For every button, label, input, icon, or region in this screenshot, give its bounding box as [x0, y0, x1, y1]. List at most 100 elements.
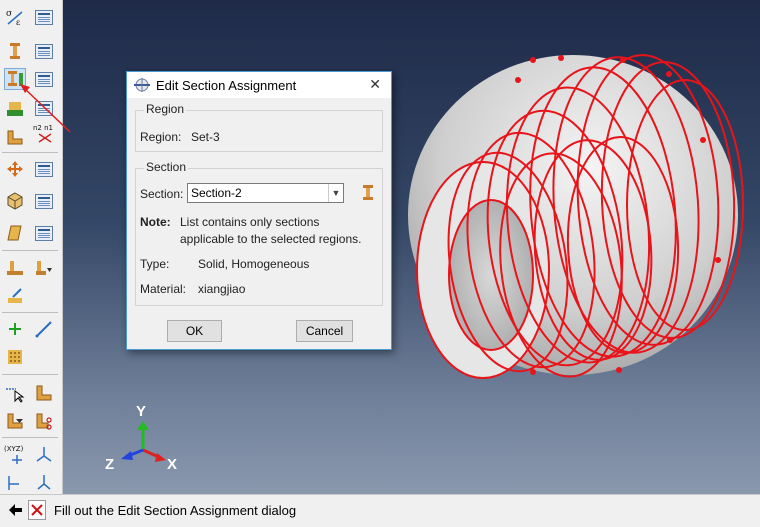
- manager-icon: [35, 161, 53, 177]
- datum-axes-icon: [37, 475, 51, 490]
- datum-icon: [36, 447, 52, 462]
- plate-icon: [7, 225, 22, 241]
- svg-text:n2 n1: n2 n1: [33, 124, 53, 132]
- query-icon: [6, 388, 25, 403]
- repair-icon: [7, 413, 23, 429]
- stringer-button[interactable]: [33, 257, 55, 279]
- z-axis-label: Z: [105, 456, 114, 473]
- transform-icon: [7, 161, 23, 177]
- special-inertia-button[interactable]: [4, 222, 26, 244]
- repair-button[interactable]: [4, 410, 26, 432]
- abaqus-icon: [134, 78, 150, 92]
- svg-text:ε: ε: [16, 18, 20, 27]
- edit-section-assignment-dialog: Edit Section Assignment ✕ Region Region:…: [126, 71, 392, 350]
- skin-icon: [7, 130, 23, 145]
- section-create-icon: [363, 185, 373, 200]
- material-label: Material:: [140, 282, 187, 296]
- section-assign-icon: [8, 71, 23, 86]
- orientation-icon: n2 n1: [33, 124, 53, 143]
- toolbox-separator: [2, 250, 58, 251]
- query-button[interactable]: [4, 382, 26, 404]
- axis-icon: [35, 321, 52, 338]
- section-select[interactable]: Section-2 ▼: [187, 183, 344, 203]
- close-icon: [31, 504, 43, 516]
- manager-icon: [35, 71, 53, 87]
- inertia-manager-button[interactable]: [33, 222, 55, 244]
- axis-triad: Y X Z: [105, 403, 177, 473]
- section-assign-button[interactable]: [4, 68, 26, 90]
- manager-icon: [35, 100, 53, 116]
- transform-button[interactable]: [4, 158, 26, 180]
- cut-shape-button[interactable]: [33, 410, 55, 432]
- profile-icon: [7, 102, 23, 116]
- toolbox-separator: [2, 312, 58, 313]
- type-label: Type:: [140, 257, 170, 271]
- profile-manager-button[interactable]: [33, 97, 55, 119]
- manager-icon: [35, 9, 53, 25]
- note-label: Note:: [140, 215, 171, 229]
- dialog-title-bar[interactable]: Edit Section Assignment ✕: [127, 72, 391, 98]
- dialog-title: Edit Section Assignment: [156, 77, 297, 93]
- section-manager-button[interactable]: [33, 40, 55, 62]
- composite-layup-button[interactable]: [4, 190, 26, 212]
- back-button[interactable]: [6, 501, 24, 519]
- svg-text:(XYZ): (XYZ): [4, 445, 24, 453]
- x-axis-label: X: [167, 456, 177, 473]
- grid-icon: [8, 350, 22, 364]
- seed-edge-button[interactable]: [33, 382, 55, 404]
- scissors-icon: [36, 413, 52, 430]
- csys-icon: (XYZ): [4, 445, 24, 464]
- type-value: Solid, Homogeneous: [198, 257, 310, 271]
- cube-icon: [7, 192, 23, 210]
- section-icon: [10, 43, 20, 59]
- manager-icon: [35, 225, 53, 241]
- create-section-button[interactable]: [360, 184, 376, 207]
- section-assignment-manager-button[interactable]: [33, 68, 55, 90]
- datum-csys-button[interactable]: (XYZ): [4, 443, 30, 465]
- corner-icon: [36, 385, 52, 401]
- back-arrow-icon: [9, 504, 22, 516]
- cancel-procedure-button[interactable]: [28, 500, 46, 520]
- assign-beam-button[interactable]: [4, 285, 26, 307]
- cancel-button[interactable]: Cancel: [296, 320, 353, 342]
- material-value: xiangjiao: [198, 282, 246, 296]
- manager-icon: [35, 193, 53, 209]
- section-create-button[interactable]: [4, 40, 26, 62]
- partition-button[interactable]: [4, 346, 26, 368]
- prompt-bar: Fill out the Edit Section Assignment dia…: [0, 494, 760, 527]
- dialog-body: Region Region: Set-3 Section Section: Se…: [127, 98, 391, 349]
- ok-button[interactable]: OK: [167, 320, 222, 342]
- toolbox-separator: [2, 152, 58, 153]
- datum-point-button[interactable]: [33, 443, 55, 465]
- close-icon[interactable]: ✕: [369, 76, 381, 93]
- stringer-icon: [36, 261, 52, 275]
- section-group-label: Section: [144, 160, 189, 174]
- material-icon: σε: [6, 9, 23, 27]
- region-value: Set-3: [191, 130, 220, 144]
- datum-manager-button[interactable]: [33, 471, 55, 493]
- manager-icon: [35, 43, 53, 59]
- svg-text:σ: σ: [6, 9, 12, 19]
- orientation-assign-button[interactable]: n2 n1: [33, 122, 55, 144]
- layup-manager-button[interactable]: [33, 190, 55, 212]
- plane-icon: [8, 476, 19, 490]
- toolbox-separator: [2, 374, 58, 375]
- module-toolbox: σε n2 n1 (XYZ): [0, 0, 63, 494]
- spring-assign-button[interactable]: [4, 257, 26, 279]
- y-axis-label: Y: [136, 403, 146, 420]
- material-manager-button[interactable]: σε: [4, 6, 26, 28]
- region-group-label: Region: [144, 102, 187, 116]
- toolbox-separator: [2, 437, 58, 438]
- skin-create-button[interactable]: [4, 126, 26, 148]
- region-label: Region:: [140, 130, 182, 144]
- material-manager-list-button[interactable]: [33, 6, 55, 28]
- datum-axis-button[interactable]: [33, 318, 55, 340]
- create-wire-button[interactable]: [4, 318, 26, 340]
- plus-icon: [9, 323, 21, 335]
- transform-manager-button[interactable]: [33, 158, 55, 180]
- spring-icon: [7, 261, 23, 275]
- datum-plane-button[interactable]: [4, 471, 26, 493]
- profile-create-button[interactable]: [4, 97, 26, 119]
- note-line-1: List contains only sections: [180, 215, 320, 229]
- chevron-down-icon[interactable]: ▼: [328, 184, 343, 202]
